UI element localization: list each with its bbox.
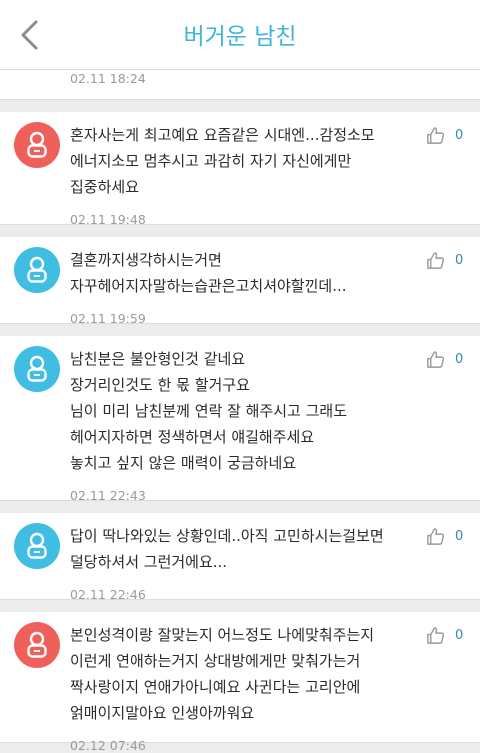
comment-item: 본인성격이랑 잘맞는지 어느정도 나에맞춰주는지이런게 연애하는거지 상대방에게… <box>0 612 480 753</box>
comment-line: 짝사랑이지 연애가아니예요 사귄다는 고리안에 <box>70 678 361 696</box>
comment-line: 얽매이지말아요 인생아까워요 <box>70 704 255 722</box>
comment-item: 혼자사는게 최고예요 요즘같은 시대엔...감정소모에너지소모 멈추시고 과감히… <box>0 112 480 227</box>
comment-timestamp: 02.11 22:46 <box>70 587 146 602</box>
like-button[interactable]: 0 <box>426 126 463 145</box>
person-icon <box>27 131 47 158</box>
comment-timestamp: 02.11 19:59 <box>70 311 146 326</box>
page-title: 버거운 남친 <box>183 24 297 50</box>
comment-text: 남친분은 불안형인것 같네요장거리인것도 한 몫 할거구요님이 미리 남친분께 … <box>70 346 415 476</box>
person-icon <box>27 532 47 559</box>
comment-timestamp: 02.11 22:43 <box>70 488 146 503</box>
thumbs-up-icon <box>427 252 445 269</box>
comment-item: 남친분은 불안형인것 같네요장거리인것도 한 몫 할거구요님이 미리 남친분께 … <box>0 336 480 503</box>
comment-line: 남친분은 불안형인것 같네요 <box>70 350 246 368</box>
like-count: 0 <box>455 529 464 544</box>
avatar <box>14 523 60 569</box>
comment-line: 자꾸헤어지자말하는습관은고치셔야할낀데... <box>70 277 347 295</box>
person-icon <box>27 631 47 658</box>
avatar <box>14 346 60 392</box>
comment-text: 결혼까지생각하시는거면자꾸헤어지자말하는습관은고치셔야할낀데... <box>70 247 415 299</box>
like-button[interactable]: 0 <box>426 350 463 369</box>
avatar <box>14 122 60 168</box>
avatar <box>14 247 60 293</box>
comment-line: 혼자사는게 최고예요 요즘같은 시대엔...감정소모 <box>70 126 375 144</box>
like-count: 0 <box>455 128 464 143</box>
comment-line: 덜당하셔서 그런거에요... <box>70 553 228 571</box>
comment-line: 장거리인것도 한 몫 할거구요 <box>70 376 250 394</box>
like-button[interactable]: 0 <box>426 626 463 645</box>
person-icon <box>27 256 47 283</box>
like-button[interactable]: 0 <box>426 251 463 270</box>
thumbs-up-icon <box>427 528 445 545</box>
comment-text: 본인성격이랑 잘맞는지 어느정도 나에맞춰주는지이런게 연애하는거지 상대방에게… <box>70 622 415 726</box>
comment-line: 답이 딱나와있는 상황인데..아직 고민하시는걸보면 <box>70 527 384 545</box>
comment-line: 본인성격이랑 잘맞는지 어느정도 나에맞춰주는지 <box>70 626 375 644</box>
comment-text: 답이 딱나와있는 상황인데..아직 고민하시는걸보면덜당하셔서 그런거에요... <box>70 523 415 575</box>
thumbs-up-icon <box>427 351 445 368</box>
like-count: 0 <box>455 628 464 643</box>
comment-item: 결혼까지생각하시는거면자꾸헤어지자말하는습관은고치셔야할낀데... 02.11 1… <box>0 237 480 326</box>
thumbs-up-icon <box>427 627 445 644</box>
like-button[interactable]: 0 <box>426 527 463 546</box>
comment-timestamp: 02.11 18:24 <box>70 71 146 86</box>
comment-item: 답이 딱나와있는 상황인데..아직 고민하시는걸보면덜당하셔서 그런거에요...… <box>0 513 480 602</box>
comment-line: 이런게 연애하는거지 상대방에게만 맞춰가는거 <box>70 652 361 670</box>
comment-timestamp: 02.12 07:46 <box>70 738 146 753</box>
thumbs-up-icon <box>427 127 445 144</box>
comment-timestamp: 02.11 19:48 <box>70 212 146 227</box>
comment-line: 님이 미리 남친분께 연락 잘 해주시고 그래도 <box>70 402 348 420</box>
comment-line: 결혼까지생각하시는거면 <box>70 251 222 269</box>
app-header: 버거운 남친 <box>0 0 480 70</box>
avatar <box>14 622 60 668</box>
comment-line: 집중하세요 <box>70 178 140 196</box>
comment-line: 에너지소모 멈추시고 과감히 자기 자신에게만 <box>70 152 352 170</box>
like-count: 0 <box>455 253 464 268</box>
person-icon <box>27 355 47 382</box>
comment-text: 혼자사는게 최고예요 요즘같은 시대엔...감정소모에너지소모 멈추시고 과감히… <box>70 122 415 200</box>
comment-line: 헤어지자하면 정색하면서 얘길해주세요 <box>70 428 315 446</box>
comment-line: 놓치고 싶지 않은 매력이 궁금하네요 <box>70 454 297 472</box>
previous-comment-tail: 02.11 18:24 <box>0 70 480 100</box>
like-count: 0 <box>455 352 464 367</box>
comment-list: 02.11 18:24 혼자사는게 최고예요 요즘같은 시대엔...감정소모에너… <box>0 70 480 753</box>
